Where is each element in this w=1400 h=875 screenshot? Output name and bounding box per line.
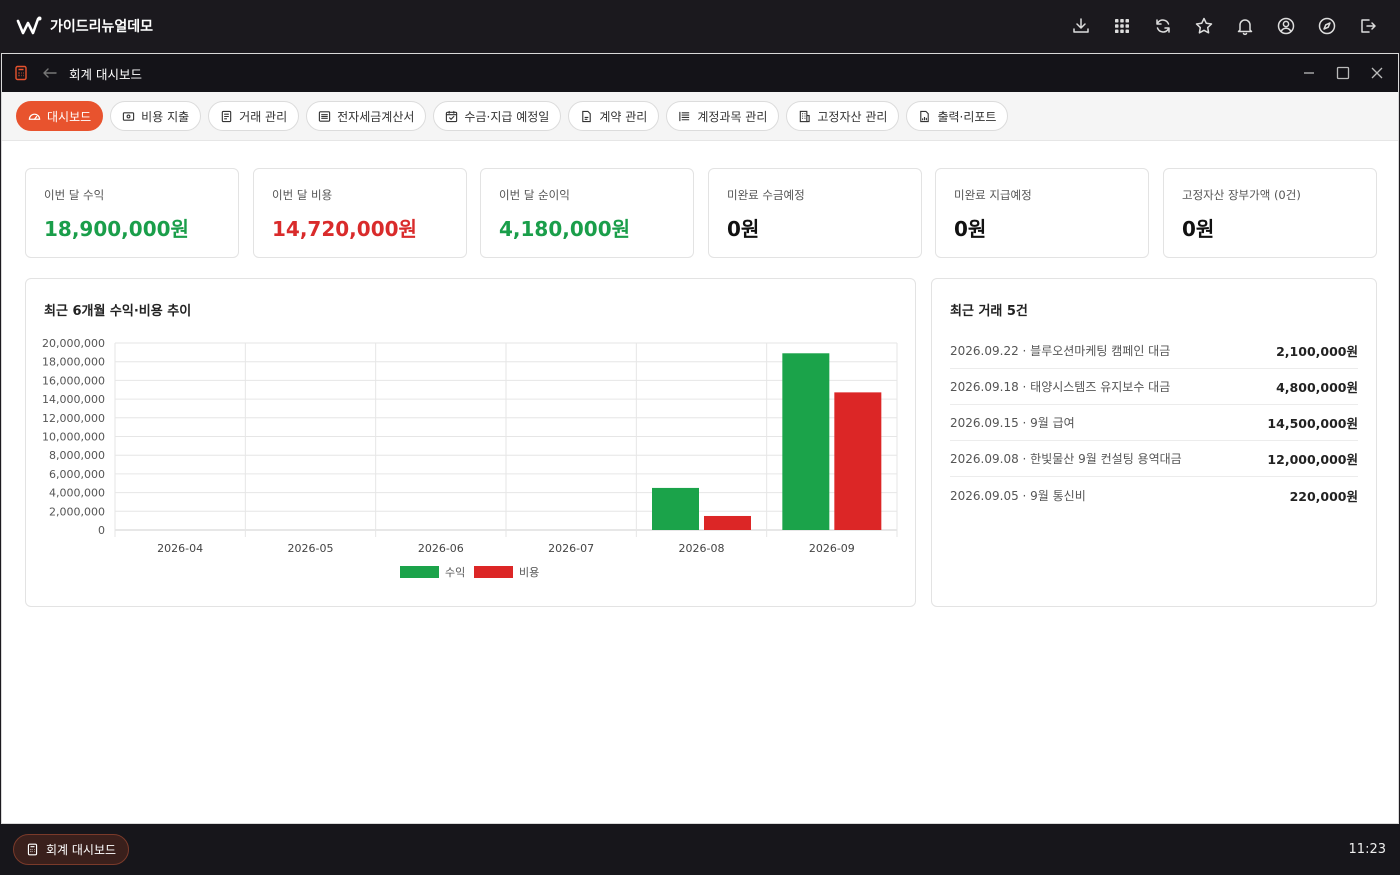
bar-expense	[704, 515, 751, 530]
calculator-icon	[27, 843, 38, 856]
calculator-icon	[15, 65, 27, 81]
y-tick-label: 20,000,000	[42, 337, 105, 350]
taskbar: 회계 대시보드 11:23	[0, 824, 1400, 875]
x-tick-label: 2026-05	[288, 542, 334, 555]
recent-transactions-title: 최근 거래 5건	[950, 304, 1028, 319]
report-icon	[920, 110, 930, 122]
brand-logo-icon	[16, 16, 42, 35]
logout-icon[interactable]	[1347, 0, 1388, 52]
document-icon	[221, 110, 232, 122]
close-icon	[1371, 67, 1383, 79]
maximize-icon	[1336, 66, 1350, 80]
y-tick-label: 10,000,000	[42, 431, 105, 444]
accounting-window: 회계 대시보드 대시보드 비용 지출 거래 관리 전자세금계산서 수금·지급 예…	[1, 53, 1399, 824]
bar-revenue	[782, 353, 830, 530]
tab-tax-invoice[interactable]: 전자세금계산서	[306, 101, 427, 131]
window-titlebar: 회계 대시보드	[2, 54, 1398, 92]
legend-label: 비용	[519, 566, 539, 579]
compass-icon[interactable]	[1306, 0, 1347, 52]
stat-card-pending-payments: 미완료 지급예정 0원	[935, 168, 1149, 258]
transaction-row[interactable]: 2026.09.08 · 한빛물산 9월 컨설팅 용역대금 12,000,000…	[950, 441, 1358, 477]
apps-grid-icon[interactable]	[1101, 0, 1142, 52]
tab-fixed-assets[interactable]: 고정자산 관리	[786, 101, 900, 131]
brand[interactable]: 가이드리뉴얼데모	[16, 15, 153, 37]
stat-value: 18,900,000원	[44, 217, 189, 241]
legend-swatch	[400, 566, 439, 578]
refresh-icon[interactable]	[1142, 0, 1183, 52]
bell-icon[interactable]	[1224, 0, 1265, 52]
y-tick-label: 16,000,000	[42, 374, 105, 387]
building-icon	[800, 110, 811, 122]
y-tick-label: 6,000,000	[49, 468, 105, 481]
x-tick-label: 2026-04	[157, 542, 203, 555]
tab-expenses[interactable]: 비용 지출	[110, 101, 202, 131]
tab-dashboard[interactable]: 대시보드	[16, 101, 104, 131]
maximize-button[interactable]	[1326, 54, 1360, 92]
wallet-icon	[123, 111, 135, 121]
calendar-check-icon	[446, 110, 458, 122]
tab-payment-schedule[interactable]: 수금·지급 예정일	[433, 101, 562, 131]
y-tick-label: 14,000,000	[42, 393, 105, 406]
back-arrow-icon[interactable]	[41, 65, 59, 81]
transaction-row[interactable]: 2026.09.05 · 9월 통신비 220,000원	[950, 477, 1358, 513]
minimize-icon	[1304, 72, 1314, 74]
tab-bar: 대시보드 비용 지출 거래 관리 전자세금계산서 수금·지급 예정일 계약 관리…	[2, 92, 1398, 141]
stat-card-pending-receipts: 미완료 수금예정 0원	[708, 168, 922, 258]
contract-icon	[582, 110, 592, 122]
bar-revenue	[652, 487, 699, 530]
user-icon[interactable]	[1265, 0, 1306, 52]
taskbar-item-accounting-dashboard[interactable]: 회계 대시보드	[13, 834, 130, 865]
y-tick-label: 2,000,000	[49, 505, 105, 518]
y-tick-label: 0	[98, 524, 105, 537]
window-title: 회계 대시보드	[69, 66, 142, 82]
dashboard-gauge-icon	[28, 113, 41, 120]
stat-value: 0원	[1182, 217, 1215, 241]
close-button[interactable]	[1360, 54, 1394, 92]
stat-card-revenue: 이번 달 수익 18,900,000원	[25, 168, 239, 258]
chart-panel: 최근 6개월 수익·비용 추이 0 2,000,000 4,000,000 6,000…	[25, 278, 916, 607]
recent-transactions-panel: 최근 거래 5건 2026.09.22 · 블루오션마케팅 캠페인 대금 2,1…	[931, 278, 1377, 607]
y-tick-label: 18,000,000	[42, 356, 105, 369]
tab-contracts[interactable]: 계약 관리	[568, 101, 660, 131]
stat-value: 14,720,000원	[272, 217, 417, 241]
download-icon[interactable]	[1060, 0, 1101, 52]
x-tick-label: 2026-09	[809, 542, 855, 555]
invoice-icon	[318, 110, 331, 122]
stat-card-expense: 이번 달 비용 14,720,000원	[253, 168, 467, 258]
tab-transactions[interactable]: 거래 관리	[208, 101, 300, 131]
y-tick-label: 12,000,000	[42, 412, 105, 425]
tab-reports[interactable]: 출력·리포트	[906, 101, 1009, 131]
app-name: 가이드리뉴얼데모	[50, 19, 154, 35]
legend-label: 수익	[445, 566, 465, 579]
legend-swatch	[474, 566, 513, 578]
y-tick-label: 4,000,000	[49, 487, 105, 500]
star-icon[interactable]	[1183, 0, 1224, 52]
stat-card-fixed-assets: 고정자산 장부가액 (0건) 0원	[1163, 168, 1377, 258]
tab-account-titles[interactable]: 계정과목 관리	[666, 101, 780, 131]
stat-value: 4,180,000원	[499, 217, 631, 241]
x-tick-label: 2026-07	[548, 542, 594, 555]
clock: 11:23	[1348, 842, 1386, 857]
transaction-row[interactable]: 2026.09.22 · 블루오션마케팅 캠페인 대금 2,100,000원	[950, 333, 1358, 369]
transaction-row[interactable]: 2026.09.18 · 태양시스템즈 유지보수 대금 4,800,000원	[950, 369, 1358, 405]
stat-value: 0원	[727, 217, 760, 241]
minimize-button[interactable]	[1292, 54, 1326, 92]
x-tick-label: 2026-06	[418, 542, 464, 555]
top-bar: 가이드리뉴얼데모	[0, 0, 1400, 52]
x-tick-label: 2026-08	[679, 542, 725, 555]
revenue-expense-chart: 0 2,000,000 4,000,000 6,000,000 8,000,000 10,…	[42, 337, 898, 579]
stat-card-net-profit: 이번 달 순이익 4,180,000원	[480, 168, 694, 258]
transaction-list: 2026.09.22 · 블루오션마케팅 캠페인 대금 2,100,000원 2…	[950, 333, 1358, 513]
transaction-row[interactable]: 2026.09.15 · 9월 급여 14,500,000원	[950, 405, 1358, 441]
list-icon	[679, 111, 690, 121]
bar-expense	[834, 392, 882, 530]
y-tick-label: 8,000,000	[49, 449, 105, 462]
stat-value: 0원	[954, 217, 987, 241]
